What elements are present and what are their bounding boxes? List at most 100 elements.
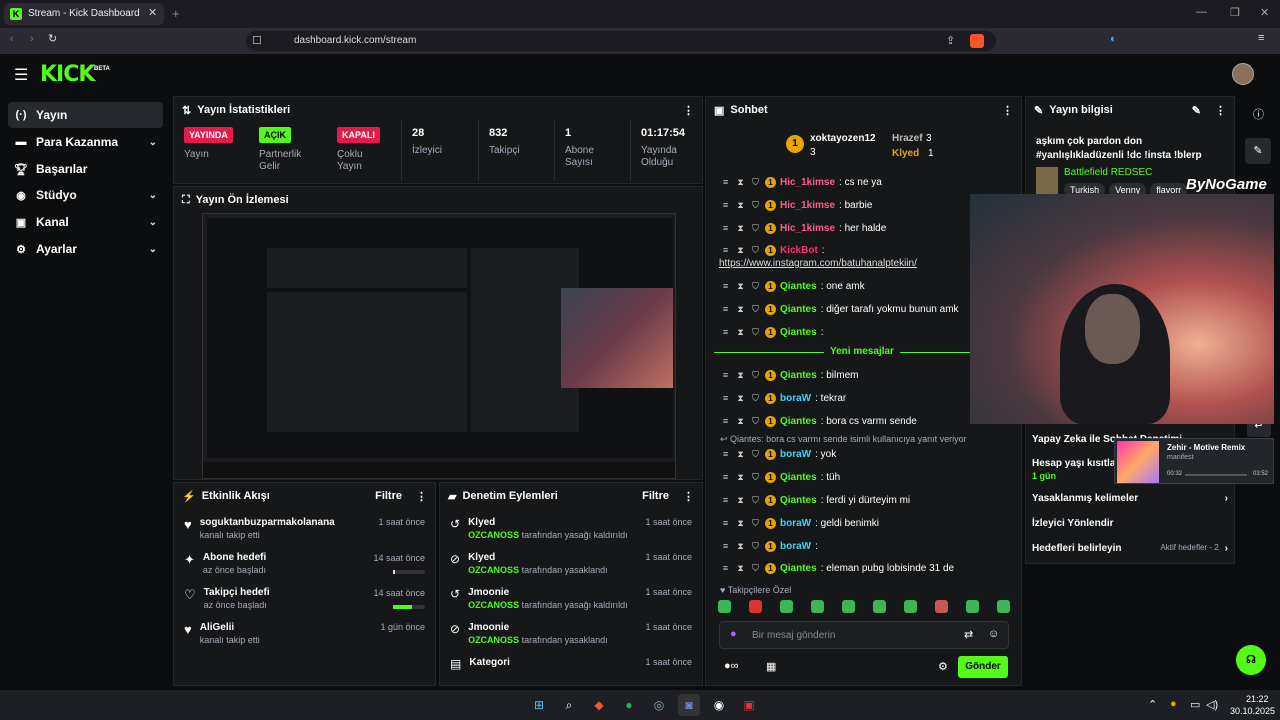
chat-username[interactable]: Qiantes: [780, 416, 817, 427]
timeout-icon[interactable]: ⧗: [735, 563, 746, 574]
obs-icon[interactable]: ◉: [708, 694, 730, 716]
emote-icon[interactable]: [718, 600, 731, 613]
mod-icon[interactable]: ≡: [720, 393, 731, 404]
mod-icon[interactable]: ≡: [720, 495, 731, 506]
minimize-icon[interactable]: —: [1196, 6, 1207, 18]
close-tab-icon[interactable]: ✕: [148, 6, 157, 19]
info-icon[interactable]: ⓘ: [1253, 106, 1264, 122]
more-icon[interactable]: ⋮: [683, 104, 694, 117]
mod-icon[interactable]: ≡: [720, 563, 731, 574]
preview-video[interactable]: [202, 213, 676, 479]
chat-username[interactable]: boraW: [780, 393, 811, 404]
profile-avatar[interactable]: [1232, 63, 1254, 85]
shield-icon[interactable]: ⛉: [750, 563, 761, 574]
mic-tray-icon[interactable]: ●: [1170, 698, 1177, 710]
new-tab-icon[interactable]: +: [172, 6, 180, 21]
chat-settings-icon[interactable]: ⚙: [938, 660, 948, 673]
shield-icon[interactable]: ⛉: [750, 541, 761, 552]
share-icon[interactable]: ⇪: [946, 34, 955, 47]
chat-username[interactable]: boraW: [780, 518, 811, 529]
shield-icon[interactable]: ⛉: [750, 327, 761, 338]
steam-icon[interactable]: ◎: [648, 694, 670, 716]
mod-icon[interactable]: ≡: [720, 200, 731, 211]
timeout-icon[interactable]: ⧗: [735, 304, 746, 315]
shield-icon[interactable]: ⛉: [750, 472, 761, 483]
timeout-icon[interactable]: ⧗: [735, 472, 746, 483]
more-icon[interactable]: ⋮: [683, 490, 694, 503]
edit-icon[interactable]: ✎: [1192, 104, 1201, 117]
category-name[interactable]: Battlefield REDSEC: [1064, 167, 1152, 178]
forward-icon[interactable]: ›: [30, 33, 34, 45]
shield-icon[interactable]: ⛉: [750, 370, 761, 381]
tray-chevron-icon[interactable]: ⌃: [1148, 698, 1157, 711]
mic-icon[interactable]: ●: [730, 628, 737, 640]
back-icon[interactable]: ‹: [10, 33, 14, 45]
sidebar-item-studyo[interactable]: ◉ Stüdyo ⌄: [8, 182, 163, 208]
emote-icon[interactable]: [842, 600, 855, 613]
timeout-icon[interactable]: ⧗: [735, 393, 746, 404]
timeout-icon[interactable]: ⧗: [735, 449, 746, 460]
discord-icon[interactable]: ◙: [678, 694, 700, 716]
mod-icon[interactable]: ≡: [720, 281, 731, 292]
wallpaper-icon[interactable]: ▣: [738, 694, 760, 716]
support-icon[interactable]: ☊: [1236, 645, 1266, 675]
emote-icon[interactable]: [904, 600, 917, 613]
chat-username[interactable]: Qiantes: [780, 472, 817, 483]
info-row-banned-words[interactable]: Yasaklanmış kelimeler ›: [1032, 493, 1228, 504]
emote-icon[interactable]: [997, 600, 1010, 613]
address-bar[interactable]: ☐ dashboard.kick.com/stream ⇪: [246, 31, 996, 51]
shield-icon[interactable]: ⛉: [750, 518, 761, 529]
shield-icon[interactable]: ⛉: [750, 416, 761, 427]
brave-icon[interactable]: ◆: [588, 694, 610, 716]
mod-icon[interactable]: ≡: [720, 370, 731, 381]
menu-icon[interactable]: ≡: [1258, 32, 1264, 44]
timeout-icon[interactable]: ⧗: [735, 518, 746, 529]
channel-points-icon[interactable]: ●∞: [724, 660, 739, 672]
timeout-icon[interactable]: ⧗: [735, 541, 746, 552]
emote-icon[interactable]: [966, 600, 979, 613]
emoji-icon[interactable]: ☺: [988, 628, 999, 640]
more-icon[interactable]: ⋮: [416, 490, 427, 503]
filter-button[interactable]: Filtre: [642, 490, 669, 502]
shield-icon[interactable]: ⛉: [750, 177, 761, 188]
bookmark-icon[interactable]: ☐: [252, 34, 262, 47]
browser-tab[interactable]: K Stream - Kick Dashboard ✕: [4, 3, 164, 25]
emote-icon[interactable]: [935, 600, 948, 613]
shield-icon[interactable]: ⛉: [750, 245, 761, 256]
sidebar-item-ayarlar[interactable]: ⚙ Ayarlar ⌄: [8, 236, 163, 262]
clock-time[interactable]: 21:22: [1246, 694, 1269, 704]
chat-username[interactable]: Qiantes: [780, 304, 817, 315]
timeout-icon[interactable]: ⧗: [735, 370, 746, 381]
chat-username[interactable]: Qiantes: [780, 563, 817, 574]
kick-logo[interactable]: KICK: [40, 62, 95, 87]
edit-pen-icon[interactable]: ✎: [1245, 138, 1271, 164]
chat-username[interactable]: Qiantes: [780, 281, 817, 292]
brave-shield-icon[interactable]: [970, 34, 984, 48]
mod-icon[interactable]: ≡: [720, 304, 731, 315]
chat-username[interactable]: Qiantes: [780, 327, 817, 338]
timeout-icon[interactable]: ⧗: [735, 327, 746, 338]
windows-start-icon[interactable]: ⊞: [528, 694, 550, 716]
mod-icon[interactable]: ≡: [720, 449, 731, 460]
emote-icon[interactable]: [749, 600, 762, 613]
filter-button[interactable]: Filtre: [375, 490, 402, 502]
timeout-icon[interactable]: ⧗: [735, 416, 746, 427]
timeout-icon[interactable]: ⧗: [735, 177, 746, 188]
chat-username[interactable]: boraW: [780, 541, 811, 552]
shield-icon[interactable]: ⛉: [750, 449, 761, 460]
chat-username[interactable]: Hic_1kimse: [780, 177, 835, 188]
more-icon[interactable]: ⋮: [1002, 104, 1013, 117]
mod-icon[interactable]: ≡: [720, 541, 731, 552]
chat-username[interactable]: Qiantes: [780, 370, 817, 381]
volume-icon[interactable]: ◁): [1206, 698, 1218, 711]
sidebar-item-yayin[interactable]: (·) Yayın: [8, 102, 163, 128]
network-icon[interactable]: ▭: [1190, 698, 1200, 711]
clock-date[interactable]: 30.10.2025: [1230, 706, 1275, 716]
chat-username[interactable]: Hic_1kimse: [780, 223, 835, 234]
shield-icon[interactable]: ⛉: [750, 495, 761, 506]
info-row-goals[interactable]: Hedefleri belirleyin › Aktif hedefler - 2: [1032, 543, 1228, 554]
extensions-icon[interactable]: ◐: [1110, 33, 1117, 45]
info-row-redirect[interactable]: İzleyici Yönlendir: [1032, 518, 1114, 529]
shield-icon[interactable]: ⛉: [750, 281, 761, 292]
sidebar-item-para-kazanma[interactable]: ▬ Para Kazanma ⌄: [8, 129, 163, 155]
